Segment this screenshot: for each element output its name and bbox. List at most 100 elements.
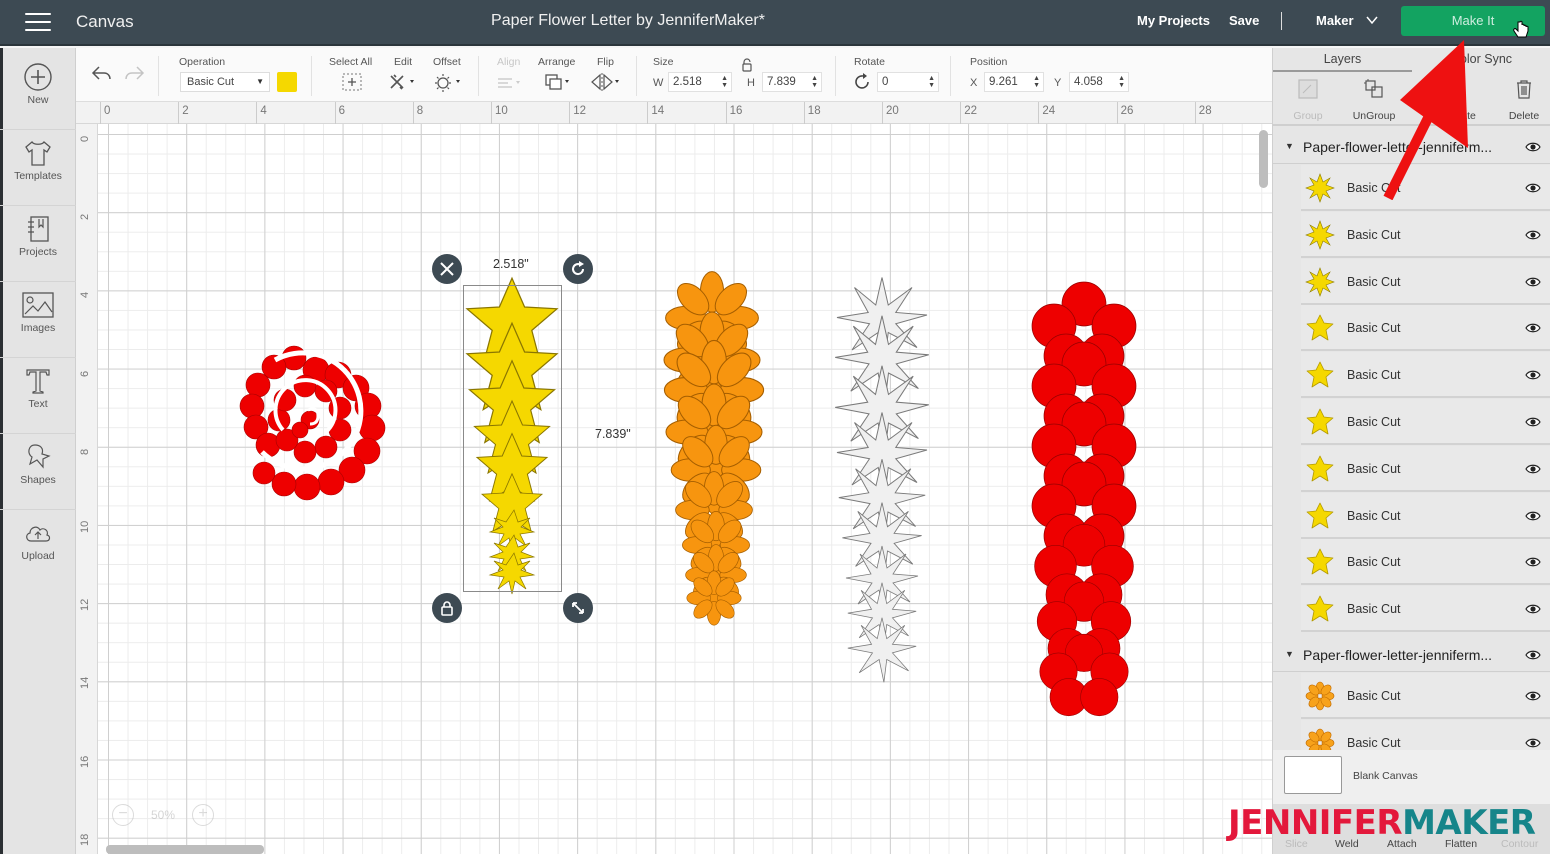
offset-icon[interactable] bbox=[433, 72, 465, 92]
undo-icon[interactable] bbox=[90, 64, 112, 82]
toolbar-divider bbox=[311, 56, 312, 96]
stepper-icon[interactable]: ▲ ▼ bbox=[811, 75, 818, 89]
sidebar-item-templates[interactable]: Templates bbox=[0, 130, 76, 206]
redo-icon[interactable] bbox=[124, 64, 146, 82]
visibility-eye-icon[interactable] bbox=[1525, 230, 1541, 240]
layer-group-row[interactable]: ▼ Paper-flower-letter-jenniferm... bbox=[1273, 638, 1550, 672]
stepper-icon[interactable]: ▲ ▼ bbox=[1033, 75, 1040, 89]
collapse-caret-icon[interactable]: ▼ bbox=[1285, 141, 1294, 151]
select-all-icon[interactable] bbox=[341, 72, 363, 92]
collapse-caret-icon[interactable]: ▼ bbox=[1285, 649, 1294, 659]
visibility-eye-icon[interactable] bbox=[1525, 370, 1541, 380]
visibility-eye-icon[interactable] bbox=[1525, 691, 1541, 701]
arrange-icon[interactable] bbox=[543, 72, 575, 92]
ruler-tick-label: 16 bbox=[729, 105, 743, 117]
ruler-tick-label: 6 bbox=[338, 105, 345, 117]
ruler-tick bbox=[1038, 102, 1040, 124]
delete-handle[interactable] bbox=[432, 254, 462, 284]
star-thumbnail-icon bbox=[1306, 502, 1334, 528]
width-input[interactable]: 2.518 ▲ ▼ bbox=[668, 72, 732, 92]
star-thumbnail-icon bbox=[1306, 548, 1334, 575]
sidebar-item-text[interactable]: Text bbox=[0, 358, 76, 434]
save-button[interactable]: Save bbox=[1229, 13, 1259, 28]
rotate-icon bbox=[855, 73, 869, 89]
visibility-eye-icon[interactable] bbox=[1525, 650, 1541, 660]
layer-row[interactable]: Basic Cut bbox=[1301, 492, 1550, 539]
blank-canvas-thumbnail bbox=[1284, 756, 1342, 794]
vertical-ruler: 0 2 4 6 8 10 12 14 16 18 bbox=[76, 124, 98, 854]
sidebar-item-images[interactable]: Images bbox=[0, 282, 76, 358]
x-position-input[interactable]: 9.261 ▲ ▼ bbox=[984, 72, 1044, 92]
flip-icon[interactable] bbox=[590, 72, 622, 92]
layer-row[interactable]: Basic Cut bbox=[1301, 399, 1550, 445]
top-bar: Canvas Paper Flower Letter by JenniferMa… bbox=[0, 0, 1550, 46]
sidebar-item-upload[interactable]: Upload bbox=[0, 510, 76, 586]
zoom-in-button[interactable]: + bbox=[192, 804, 214, 826]
group-label: Group bbox=[1293, 110, 1323, 122]
zoom-out-button[interactable]: − bbox=[112, 804, 134, 826]
star-thumbnail-icon bbox=[1306, 595, 1334, 622]
resize-handle[interactable] bbox=[563, 593, 593, 623]
stepper-icon[interactable]: ▲ ▼ bbox=[721, 75, 728, 89]
layer-row[interactable]: Basic Cut bbox=[1301, 352, 1550, 399]
ruler-tick-label: 0 bbox=[79, 135, 91, 142]
ruler-tick bbox=[256, 102, 258, 124]
layer-row[interactable]: Basic Cut bbox=[1301, 258, 1550, 305]
operation-color-swatch[interactable] bbox=[277, 72, 297, 92]
layer-row[interactable]: Basic Cut bbox=[1301, 445, 1550, 492]
visibility-eye-icon[interactable] bbox=[1525, 511, 1541, 521]
select-all-label: Select All bbox=[329, 56, 373, 68]
rotate-input[interactable]: 0 ▲ ▼ bbox=[877, 72, 939, 92]
layer-row[interactable]: Basic Cut bbox=[1301, 539, 1550, 586]
visibility-eye-icon[interactable] bbox=[1525, 604, 1541, 614]
stepper-icon[interactable]: ▲ ▼ bbox=[1118, 75, 1125, 89]
visibility-eye-icon[interactable] bbox=[1525, 142, 1541, 152]
height-input[interactable]: 7.839 ▲ ▼ bbox=[762, 72, 822, 92]
visibility-eye-icon[interactable] bbox=[1525, 557, 1541, 567]
sidebar-item-new[interactable]: New bbox=[0, 54, 76, 130]
tshirt-icon bbox=[25, 141, 51, 166]
layer-name: Basic Cut bbox=[1347, 508, 1401, 523]
sidebar-item-projects[interactable]: Projects bbox=[0, 206, 76, 282]
lock-aspect-icon[interactable] bbox=[740, 58, 754, 72]
stepper-icon[interactable]: ▲ ▼ bbox=[928, 75, 935, 89]
blank-canvas-label: Blank Canvas bbox=[1353, 770, 1418, 782]
shapes-icon bbox=[28, 444, 51, 469]
layer-name: Basic Cut bbox=[1347, 461, 1401, 476]
rotate-handle[interactable] bbox=[563, 254, 593, 284]
ruler-tick-label: 16 bbox=[79, 755, 91, 768]
horizontal-scrollbar[interactable] bbox=[106, 845, 264, 854]
ruler-tick bbox=[960, 102, 962, 124]
layer-row[interactable]: Basic Cut bbox=[1301, 586, 1550, 633]
machine-select[interactable]: Maker bbox=[1316, 13, 1354, 28]
rotate-label: Rotate bbox=[854, 56, 885, 68]
align-icon[interactable] bbox=[496, 74, 526, 92]
visibility-eye-icon[interactable] bbox=[1525, 183, 1541, 193]
operation-select[interactable]: Basic Cut ▼ bbox=[180, 72, 270, 92]
visibility-eye-icon[interactable] bbox=[1525, 323, 1541, 333]
edit-tools-icon[interactable] bbox=[388, 72, 420, 92]
sidebar-item-shapes[interactable]: Shapes bbox=[0, 434, 76, 510]
width-value: 2.518 bbox=[673, 76, 702, 88]
canvas-artwork bbox=[239, 271, 1137, 717]
vertical-scrollbar[interactable] bbox=[1259, 130, 1268, 188]
visibility-eye-icon[interactable] bbox=[1525, 277, 1541, 287]
chevron-down-icon[interactable] bbox=[1366, 14, 1378, 26]
ruler-tick-label: 10 bbox=[495, 105, 508, 117]
y-position-input[interactable]: 4.058 ▲ ▼ bbox=[1069, 72, 1129, 92]
layer-row[interactable]: Basic Cut bbox=[1301, 673, 1550, 719]
my-projects-link[interactable]: My Projects bbox=[1137, 13, 1210, 28]
blank-canvas-row[interactable]: Blank Canvas bbox=[1273, 750, 1550, 804]
offset-label: Offset bbox=[433, 56, 461, 68]
visibility-eye-icon[interactable] bbox=[1525, 464, 1541, 474]
ruler-tick bbox=[1116, 102, 1118, 124]
ruler-tick-label: 2 bbox=[182, 105, 189, 117]
group-button[interactable]: Group bbox=[1273, 74, 1343, 126]
layer-row[interactable]: Basic Cut bbox=[1301, 211, 1550, 258]
lock-handle[interactable] bbox=[432, 593, 462, 623]
layer-row[interactable]: Basic Cut bbox=[1301, 305, 1550, 352]
visibility-eye-icon[interactable] bbox=[1525, 417, 1541, 427]
burst-thumbnail-icon bbox=[1305, 173, 1335, 203]
visibility-eye-icon[interactable] bbox=[1525, 738, 1541, 748]
delete-button[interactable]: Delete bbox=[1489, 74, 1550, 126]
